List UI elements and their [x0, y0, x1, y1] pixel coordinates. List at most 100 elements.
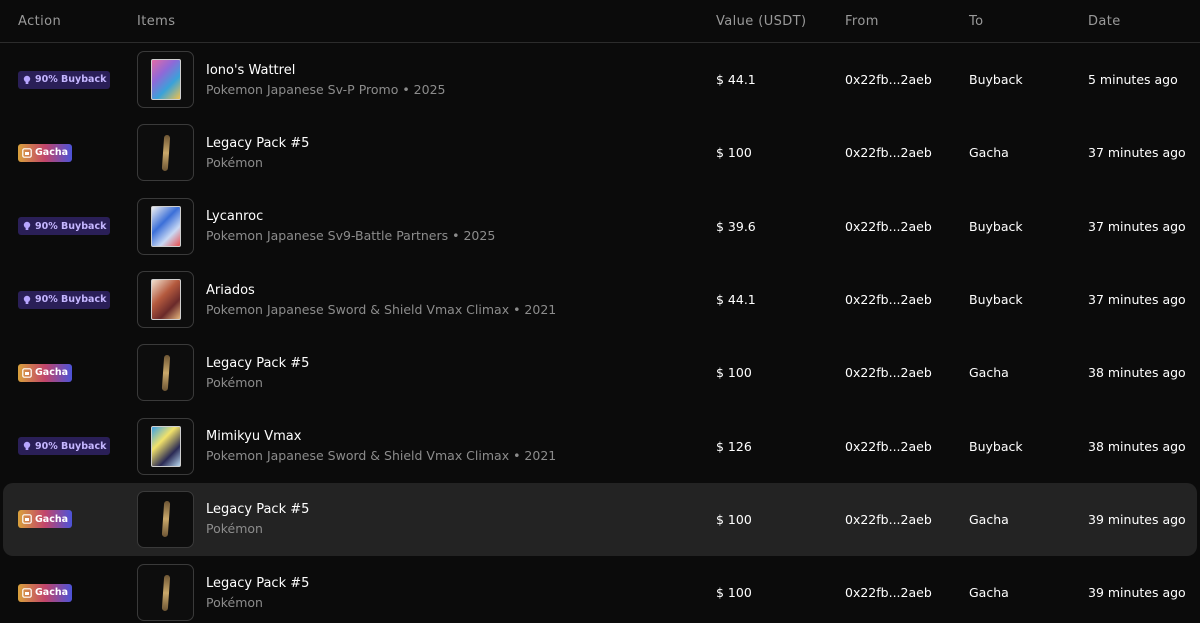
item-subtitle: Pokémon: [206, 154, 263, 170]
item-thumbnail[interactable]: [137, 197, 194, 255]
to-cell: Buyback: [969, 72, 1023, 88]
table-row[interactable]: 90% Buyback Lycanroc Pokemon Japanese Sv9-…: [3, 190, 1197, 263]
badge-label: 90% Buyback: [35, 220, 107, 232]
item-subtitle: Pokémon: [206, 594, 263, 610]
badge-label: 90% Buyback: [35, 294, 107, 306]
gacha-badge: Gacha: [18, 363, 73, 382]
from-address[interactable]: 0x22fb...2aeb: [845, 512, 969, 527]
item-name[interactable]: Legacy Pack #5: [206, 354, 309, 373]
header-from: From: [845, 13, 879, 29]
items-cell: Lycanroc Pokemon Japanese Sv9-Battle Part…: [137, 197, 716, 255]
from-address[interactable]: 0x22fb...2aeb: [845, 365, 969, 380]
item-subtitle: Pokemon Japanese Sv9-Battle Partners • 2…: [206, 228, 496, 244]
to-cell: Buyback: [969, 292, 1023, 308]
to-cell: Buyback: [969, 218, 1023, 234]
from-address[interactable]: 0x22fb...2aeb: [845, 219, 969, 234]
item[interactable]: Lycanroc Pokemon Japanese Sv9-Battle Part…: [137, 197, 716, 255]
item[interactable]: Mimikyu Vmax Pokemon Japanese Sword & Shi…: [137, 417, 716, 475]
buyback-badge: 90% Buyback: [18, 437, 111, 456]
item-name[interactable]: Mimikyu Vmax: [206, 427, 556, 446]
item-thumbnail[interactable]: [137, 490, 194, 548]
card-image: [150, 425, 181, 467]
table-row[interactable]: 90% Buyback Iono's Wattrel Pokemon Japanes…: [3, 43, 1197, 116]
date-cell: 37 minutes ago: [1088, 292, 1186, 308]
from-address[interactable]: 0x22fb...2aeb: [845, 585, 969, 600]
gacha-badge: Gacha: [18, 143, 73, 162]
items-cell: Legacy Pack #5 Pokémon: [137, 564, 716, 622]
date-cell: 5 minutes ago: [1088, 72, 1178, 88]
action-cell: Gacha: [3, 143, 137, 162]
item-name[interactable]: Legacy Pack #5: [206, 574, 309, 593]
badge-label: Gacha: [35, 587, 69, 599]
card-image: [150, 279, 181, 321]
value-cell: $ 100: [716, 585, 752, 601]
gacha-box-icon: [22, 514, 32, 525]
pack-image: [161, 134, 170, 172]
table-row[interactable]: Gacha Legacy Pack #5 Pokémon $ 100 0x22fb...…: [3, 482, 1197, 557]
item-thumbnail[interactable]: [137, 271, 194, 329]
value-cell: $ 100: [716, 145, 752, 161]
item[interactable]: Iono's Wattrel Pokemon Japanese Sv-P Prom…: [137, 51, 716, 109]
date-cell: 38 minutes ago: [1088, 438, 1186, 454]
from-address[interactable]: 0x22fb...2aeb: [845, 439, 969, 454]
table-row[interactable]: Gacha Legacy Pack #5 Pokémon $ 100 0x22fb...…: [3, 556, 1197, 623]
buyback-badge: 90% Buyback: [18, 217, 111, 236]
badge-label: 90% Buyback: [35, 440, 107, 452]
item-name[interactable]: Legacy Pack #5: [206, 500, 309, 519]
table-row[interactable]: Gacha Legacy Pack #5 Pokémon $ 100 0x22fb...…: [3, 336, 1197, 409]
to-cell: Gacha: [969, 585, 1009, 601]
table-row[interactable]: 90% Buyback Ariados Pokemon Japanese Sword…: [3, 263, 1197, 336]
items-cell: Iono's Wattrel Pokemon Japanese Sv-P Prom…: [137, 51, 716, 109]
item[interactable]: Legacy Pack #5 Pokémon: [137, 124, 716, 182]
value-cell: $ 126: [716, 438, 752, 454]
item-subtitle: Pokemon Japanese Sword & Shield Vmax Cli…: [206, 301, 557, 317]
item-name[interactable]: Ariados: [206, 281, 556, 300]
item[interactable]: Legacy Pack #5 Pokémon: [137, 344, 716, 402]
item[interactable]: Ariados Pokemon Japanese Sword & Shield V…: [137, 271, 716, 329]
to-cell: Buyback: [969, 438, 1023, 454]
value-cell: $ 44.1: [716, 292, 756, 308]
from-address[interactable]: 0x22fb...2aeb: [845, 72, 969, 87]
from-address[interactable]: 0x22fb...2aeb: [845, 145, 969, 160]
gacha-badge: Gacha: [18, 583, 73, 602]
to-cell: Gacha: [969, 145, 1009, 161]
to-cell: Gacha: [969, 365, 1009, 381]
bulb-icon: [22, 221, 32, 231]
table-row[interactable]: 90% Buyback Mimikyu Vmax Pokemon Japanese …: [3, 409, 1197, 482]
item-name[interactable]: Legacy Pack #5: [206, 134, 309, 153]
item-thumbnail[interactable]: [137, 564, 194, 622]
item-thumbnail[interactable]: [137, 124, 194, 182]
items-cell: Legacy Pack #5 Pokémon: [137, 490, 716, 548]
item-thumbnail[interactable]: [137, 51, 194, 109]
table-row[interactable]: Gacha Legacy Pack #5 Pokémon $ 100 0x22fb...…: [3, 116, 1197, 189]
items-cell: Legacy Pack #5 Pokémon: [137, 124, 716, 182]
action-cell: 90% Buyback: [3, 70, 137, 89]
value-cell: $ 44.1: [716, 72, 756, 88]
value-cell: $ 39.6: [716, 218, 756, 234]
item-thumbnail[interactable]: [137, 344, 194, 402]
badge-label: 90% Buyback: [35, 74, 107, 86]
value-cell: $ 100: [716, 365, 752, 381]
header-date: Date: [1088, 13, 1121, 29]
gacha-box-icon: [22, 368, 32, 378]
to-cell: Gacha: [969, 511, 1009, 527]
item-thumbnail[interactable]: [137, 417, 194, 475]
action-cell: 90% Buyback: [3, 217, 137, 236]
item-subtitle: Pokemon Japanese Sword & Shield Vmax Cli…: [206, 448, 557, 464]
badge-label: Gacha: [35, 147, 69, 159]
from-address[interactable]: 0x22fb...2aeb: [845, 292, 969, 307]
item[interactable]: Legacy Pack #5 Pokémon: [137, 564, 716, 622]
card-image: [150, 59, 181, 101]
date-cell: 39 minutes ago: [1088, 585, 1186, 601]
item-name[interactable]: Lycanroc: [206, 207, 495, 226]
item-subtitle: Pokémon: [206, 521, 263, 537]
pack-image: [161, 501, 170, 538]
date-cell: 39 minutes ago: [1088, 511, 1186, 527]
gacha-badge: Gacha: [18, 510, 73, 529]
card-image: [150, 205, 181, 247]
activity-table: Action Items Value (USDT) From To Date 9…: [0, 0, 1200, 623]
item-name[interactable]: Iono's Wattrel: [206, 61, 445, 80]
header-to: To: [969, 13, 984, 29]
item-subtitle: Pokémon: [206, 374, 263, 390]
item[interactable]: Legacy Pack #5 Pokémon: [137, 490, 716, 548]
